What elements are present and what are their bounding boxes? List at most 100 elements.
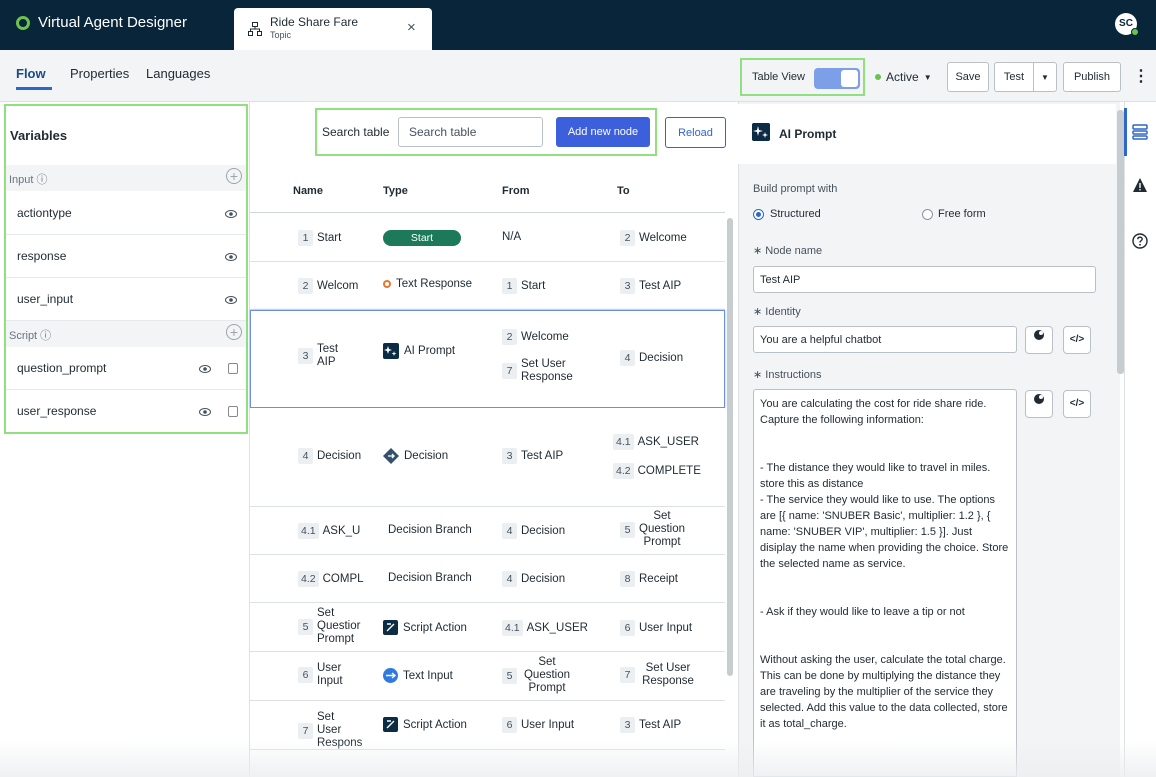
brand[interactable]: Virtual Agent Designer <box>16 14 187 31</box>
copy-icon[interactable] <box>228 363 238 374</box>
from-cell[interactable]: 1 Start <box>502 278 545 294</box>
variable-row[interactable]: user_input <box>6 278 246 321</box>
add-script-variable-icon[interactable]: + <box>226 324 242 340</box>
to-cell[interactable]: 4.2 COMPLETE <box>613 463 701 479</box>
to-cell[interactable]: 7 Set User Response <box>620 662 697 688</box>
from-cell[interactable]: 4 Decision <box>502 523 565 539</box>
eye-icon[interactable] <box>199 406 211 418</box>
node-name-input[interactable]: Test AIP <box>753 266 1096 293</box>
warning-icon[interactable] <box>1132 177 1148 193</box>
identity-input[interactable]: You are a helpful chatbot <box>753 326 1017 353</box>
column-header-name[interactable]: Name <box>293 185 323 197</box>
variable-row[interactable]: actiontype <box>6 192 246 235</box>
reload-button[interactable]: Reload <box>665 117 726 148</box>
variables-panel: Variables Input ⓘ + actiontype response … <box>4 104 248 434</box>
code-editor-icon[interactable]: </> <box>1063 390 1091 418</box>
eye-icon[interactable] <box>225 251 237 263</box>
variable-name: user_input <box>17 292 74 306</box>
from-cell[interactable]: 2 Welcome <box>502 329 569 345</box>
ai-assist-icon[interactable] <box>1025 326 1053 354</box>
ai-prompt-icon <box>383 343 399 359</box>
tab-title: Ride Share Fare <box>270 15 359 29</box>
node-number: 3 <box>620 278 635 294</box>
tab-flow[interactable]: Flow <box>16 66 46 81</box>
topic-tab[interactable]: Ride Share Fare Topic × <box>234 8 432 50</box>
type-cell: Decision Branch <box>388 524 472 536</box>
node-link: Set User Response <box>642 662 694 687</box>
type-label: Script Action <box>403 621 467 634</box>
test-button[interactable]: Test <box>994 62 1034 92</box>
instructions-label: ∗ Instructions <box>753 369 822 381</box>
type-cell: Decision <box>383 448 448 464</box>
node-number: 4.1 <box>613 434 634 450</box>
eye-icon[interactable] <box>199 363 211 375</box>
table-view-toggle[interactable] <box>814 68 860 89</box>
rail-active-indicator <box>1124 108 1127 156</box>
close-icon[interactable]: × <box>407 19 416 36</box>
from-cell[interactable]: 5 Set Question Prompt <box>502 656 573 695</box>
ai-assist-icon[interactable] <box>1025 390 1053 418</box>
properties-title: AI Prompt <box>779 127 837 141</box>
node-link: Decision <box>639 351 684 364</box>
name-cell: 5Set Questior Prompt <box>298 607 360 646</box>
properties-scrollbar[interactable] <box>1117 110 1124 374</box>
search-input[interactable] <box>398 117 543 147</box>
caret-down-icon: ▼ <box>923 72 932 82</box>
node-link: ASK_USER <box>526 621 588 634</box>
eye-icon[interactable] <box>225 208 237 220</box>
column-header-type[interactable]: Type <box>383 185 408 197</box>
from-cell[interactable]: 7Set User Response <box>502 358 581 384</box>
add-input-variable-icon[interactable]: + <box>226 168 242 184</box>
eye-icon[interactable] <box>225 294 237 306</box>
node-link: COMPLETE <box>637 464 701 477</box>
from-cell[interactable]: 4.1 ASK_USER <box>502 620 588 636</box>
save-button[interactable]: Save <box>947 62 989 92</box>
to-cell[interactable]: 5Set Question Prompt <box>620 510 685 549</box>
variable-name: question_prompt <box>17 361 107 375</box>
column-header-to[interactable]: To <box>617 185 630 197</box>
type-cell: Decision Branch <box>388 572 472 584</box>
node-name: Welcom <box>317 279 359 292</box>
type-cell: Text Input <box>383 668 453 683</box>
variable-row[interactable]: question_prompt <box>6 347 246 390</box>
to-cell[interactable]: 6 User Input <box>620 620 692 636</box>
table-scrollbar[interactable] <box>727 218 733 676</box>
node-name: Decision <box>317 449 362 462</box>
to-cell[interactable]: 2 Welcome <box>620 230 687 246</box>
variable-name: user_response <box>17 404 97 418</box>
publish-button[interactable]: Publish <box>1063 62 1121 92</box>
to-cell[interactable]: 3 Test AIP <box>620 278 681 294</box>
avatar[interactable]: SC <box>1115 13 1139 36</box>
from-cell[interactable]: 3 Test AIP <box>502 448 563 464</box>
status-dropdown[interactable]: Active ▼ <box>875 70 932 84</box>
search-toolbar: Search table Add new node <box>315 108 657 156</box>
to-cell[interactable]: 4 Decision <box>620 350 683 366</box>
add-new-node-button[interactable]: Add new node <box>556 117 650 147</box>
node-number: 4 <box>502 523 517 539</box>
variable-row[interactable]: user_response <box>6 390 246 433</box>
tab-languages[interactable]: Languages <box>146 66 210 81</box>
node-name: ASK_U <box>322 524 361 537</box>
structured-radio[interactable] <box>753 209 764 220</box>
more-menu-icon[interactable]: ⋮ <box>1133 66 1149 86</box>
name-cell: 4.2 COMPL <box>298 571 364 587</box>
code-editor-icon[interactable]: </> <box>1063 326 1091 354</box>
column-header-from[interactable]: From <box>502 185 530 197</box>
instructions-textarea[interactable]: You are calculating the cost for ride sh… <box>753 389 1017 777</box>
test-menu-button[interactable]: ▼ <box>1033 62 1057 92</box>
to-cell[interactable]: 4.1 ASK_USER <box>613 434 699 450</box>
help-icon[interactable] <box>1132 233 1148 249</box>
copy-icon[interactable] <box>228 406 238 417</box>
from-cell[interactable]: 6 User Input <box>502 717 574 733</box>
properties-icon[interactable] <box>1132 124 1148 140</box>
variable-row[interactable]: response <box>6 235 246 278</box>
to-cell[interactable]: 8 Receipt <box>620 571 678 587</box>
node-link: Test AIP <box>639 279 682 292</box>
freeform-radio[interactable] <box>922 209 933 220</box>
node-link: Start <box>521 279 546 292</box>
tab-properties[interactable]: Properties <box>70 66 129 81</box>
from-cell[interactable]: 4 Decision <box>502 571 565 587</box>
name-cell: 6User Input <box>298 662 347 688</box>
to-cell[interactable]: 3 Test AIP <box>620 717 681 733</box>
node-number: 4 <box>502 571 517 587</box>
